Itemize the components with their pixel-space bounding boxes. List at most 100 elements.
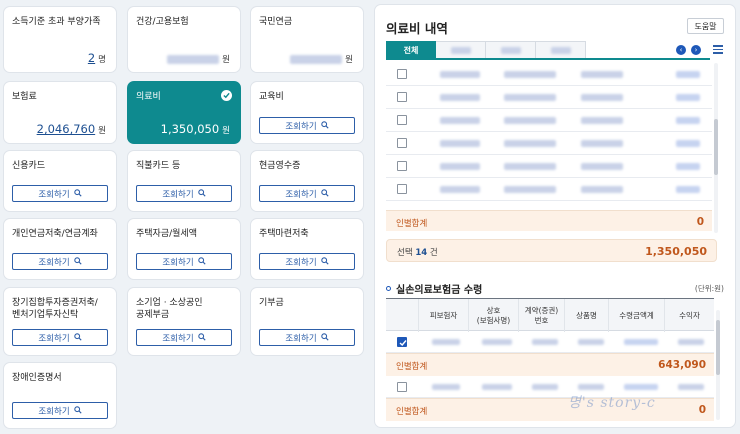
deduction-card[interactable]: 현금영수증 조회하기 [250,150,364,212]
row-checkbox[interactable] [397,161,407,171]
expense-row[interactable] [386,86,712,109]
blurred-cell [581,94,623,101]
deduction-card[interactable]: 건강/고용보험 원 [127,6,241,73]
tab-person[interactable] [436,41,486,59]
card-title: 기부금 [259,298,284,308]
row-checkbox[interactable] [397,138,407,148]
deduction-card[interactable]: 주택마련저축 조회하기 [250,218,364,280]
card-amount[interactable]: 2,046,760 원 [37,122,106,136]
list-scrollbar[interactable] [714,63,718,233]
lookup-button[interactable]: 조회하기 [259,185,355,202]
medical-expense-panel: 의료비 내역 도움말 전체 ‹ › 인별합계 0 선택 14 건 1,350,0… [374,4,736,428]
amount-value[interactable]: 1,350,050 [161,122,220,136]
blurred-cell [504,94,556,101]
row-checkbox[interactable] [397,69,407,79]
blurred-amount [290,54,343,64]
tab-person[interactable] [486,41,536,59]
deduction-card[interactable]: 소득기준 초과 부양가족 2 명 [3,6,117,73]
blurred-cell [581,117,623,124]
tab-person[interactable] [536,41,586,59]
search-icon [197,188,206,199]
card-amount[interactable]: 1,350,050 원 [161,122,230,136]
lookup-label: 조회하기 [38,406,70,417]
deduction-card[interactable]: 장애인증명서 조회하기 [3,362,117,429]
deduction-card[interactable]: 신용카드조회하기 [3,150,117,212]
deduction-card[interactable]: 기부금조회하기 [250,287,364,356]
lookup-button[interactable]: 조회하기 [12,185,108,202]
menu-icon[interactable] [713,45,723,56]
row-checkbox[interactable] [397,382,407,392]
blurred-cell [676,94,700,101]
lookup-button[interactable]: 조회하기 [136,329,232,346]
amount-unit: 원 [222,55,230,65]
deduction-card[interactable]: 개인연금저축/연금계좌 조회하기 [3,218,117,280]
blurred-cell [440,140,480,147]
amount-value[interactable]: 2 [88,51,95,65]
search-icon [320,332,329,343]
search-icon [197,256,206,267]
tab-all[interactable]: 전체 [386,41,436,59]
lookup-button[interactable]: 조회하기 [12,253,108,270]
lookup-label: 조회하기 [285,189,317,200]
column-header: 피보험자 [418,299,468,332]
deduction-card[interactable]: 국민연금 원 [250,6,364,73]
table-row[interactable] [386,331,714,353]
row-checkbox[interactable] [397,115,407,125]
lookup-button[interactable]: 조회하기 [259,329,355,346]
lookup-button[interactable]: 조회하기 [136,185,232,202]
deduction-card[interactable]: 직불카드 등 조회하기 [127,150,241,212]
card-amount[interactable]: 2명 [88,51,106,65]
selected-unit: 건 [429,248,438,258]
lookup-button[interactable]: 조회하기 [259,253,355,270]
table-row[interactable] [386,376,714,398]
deduction-card[interactable]: 소기업 · 소상공인 공제부금조회하기 [127,287,241,356]
list-scroll-thumb[interactable] [714,119,718,175]
group-sum-value: 643,090 [658,359,706,371]
lookup-button[interactable]: 조회하기 [12,329,108,346]
blurred-cell [440,186,480,193]
blurred-cell [532,339,558,345]
unit-note: (단위:원) [694,284,724,293]
card-title: 신용카드 [12,161,46,171]
deduction-card[interactable]: 의료비 1,350,050 원 [127,81,241,144]
table-scroll-thumb[interactable] [716,320,720,375]
card-amount[interactable]: 원 [290,52,353,65]
expense-row[interactable] [386,132,712,155]
search-icon [320,256,329,267]
expense-list: 인별합계 0 [386,63,712,231]
amount-unit: 원 [345,55,353,65]
blurred-cell [676,140,700,147]
lookup-button[interactable]: 조회하기 [12,402,108,419]
search-icon [320,120,329,131]
amount-value[interactable]: 2,046,760 [37,122,96,136]
row-checkbox[interactable] [397,184,407,194]
help-button[interactable]: 도움말 [687,18,724,34]
lookup-label: 조회하기 [162,333,194,344]
group-sum-value: 0 [698,404,706,416]
deduction-card[interactable]: 장기집합투자증권저축/ 벤처기업투자신탁 조회하기 [3,287,117,356]
blurred-cell [676,186,700,193]
column-header: 상품명 [564,299,608,332]
group-sum-label: 인별합계 [396,362,428,372]
lookup-button[interactable]: 조회하기 [136,253,232,270]
tab-bar: 전체 [386,41,586,59]
deduction-card[interactable]: 주택자금/월세액 조회하기 [127,218,241,280]
row-checkbox[interactable] [397,92,407,102]
expense-row[interactable] [386,63,712,86]
expense-row[interactable] [386,109,712,132]
row-checkbox[interactable] [397,337,407,347]
blurred-cell [624,339,658,345]
table-scrollbar[interactable] [716,310,720,420]
blurred-cell [440,163,480,170]
deduction-card[interactable]: 교육비 조회하기 [250,81,364,144]
lookup-button[interactable]: 조회하기 [259,117,355,134]
card-title: 소기업 · 소상공인 공제부금 [136,298,203,320]
expense-row[interactable] [386,178,712,201]
blurred-cell [482,384,512,390]
card-amount[interactable]: 원 [167,52,230,65]
deduction-card[interactable]: 보험료 2,046,760 원 [3,81,117,144]
next-tab-icon[interactable]: › [691,45,701,55]
expense-row[interactable] [386,155,712,178]
prev-tab-icon[interactable]: ‹ [676,45,686,55]
deduction-card-grid: 소득기준 초과 부양가족 2 명 건강/고용보험 원 국민연금 원보험료 2,046,760 원… [3,3,365,431]
